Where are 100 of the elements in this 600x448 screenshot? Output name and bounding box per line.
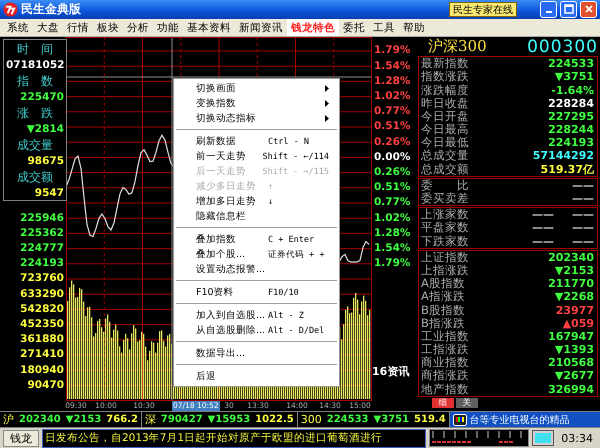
quote-value: —— (532, 221, 554, 234)
tv-icon (452, 414, 467, 426)
context-menu-item[interactable]: 变换指数 (176, 96, 337, 112)
quote-label: 委买卖差 (421, 191, 469, 206)
quote-label: 上证指数 (421, 250, 469, 264)
quote-label: 委 比 (421, 178, 469, 192)
quote-label: 今日开盘 (421, 108, 469, 123)
quote-value: ▼2153 (554, 264, 594, 277)
quote-value: 326994 (548, 382, 594, 396)
quote-value: 227295 (548, 110, 594, 123)
maximize-icon (564, 4, 574, 14)
tv-banner-text: 台等专业电视台的精品 (470, 414, 570, 427)
market-index: 224533 (326, 414, 368, 426)
quote-label: 今日最低 (421, 135, 469, 150)
context-menu-item[interactable]: 叠加指数 C + Enter (176, 232, 337, 248)
percent-axis-label: 1.02% (373, 210, 412, 226)
percent-axis-label: 0.77% (373, 195, 412, 210)
info-value: ▼2814 (26, 122, 64, 138)
percent-axis-label: 1.79% (373, 43, 412, 58)
quote-label: 工指涨跌 (421, 342, 469, 356)
info-value: 98675 (26, 154, 64, 170)
menu-item[interactable]: 大盘 (33, 19, 63, 36)
quote-label: 上指涨跌 (421, 262, 469, 278)
context-menu-item[interactable]: 前一天走势 Shift - ←/114 (176, 149, 337, 164)
context-menu-item[interactable]: 设置动态报警... (176, 262, 337, 278)
context-menu-item[interactable]: 切换画面 (176, 81, 337, 96)
context-menu-item[interactable]: 隐藏信息栏 (176, 209, 337, 224)
menu-item[interactable]: 帮助 (399, 19, 429, 36)
expert-online-button[interactable]: 民生专家在线 (449, 2, 517, 17)
quote-value: 228284 (548, 96, 594, 110)
market-index: 202340 (19, 414, 61, 426)
info-label: 成交额 (16, 169, 54, 186)
panel-tab[interactable]: 关 (456, 398, 478, 408)
volume-axis-label: 633290 (19, 286, 65, 302)
context-menu-item[interactable]: F10资料 F10/10 (176, 285, 337, 300)
menu-item[interactable]: 系统 (3, 19, 33, 36)
quote-value: ▼1393 (554, 343, 594, 356)
volume-axis-label: 271410 (19, 347, 65, 362)
menu-item[interactable]: 钱龙特色 (287, 19, 339, 36)
percent-axis-label: 1.28% (373, 226, 412, 241)
info-label: 指 数 (16, 73, 54, 90)
percent-axis-label: 1.79% (373, 256, 412, 272)
quote-value: 23977 (556, 304, 594, 317)
context-menu-item[interactable]: 后退 (176, 369, 337, 384)
percent-axis-label: 1.02% (373, 89, 412, 104)
quote-value: 224193 (548, 136, 594, 150)
qianlong-button[interactable]: 钱龙 (3, 430, 39, 447)
volume-axis-label: 361880 (19, 332, 65, 348)
info-label: 成交量 (16, 137, 54, 154)
menu-item[interactable]: 基本资料 (183, 19, 235, 36)
price-axis-label: 224777 (19, 241, 65, 256)
context-menu-item[interactable]: 加入到自选股... Alt - Z (176, 308, 337, 324)
quote-value: 210568 (548, 356, 594, 370)
quote-value: 202340 (548, 250, 594, 264)
quote-value: 228244 (548, 123, 594, 136)
info-label: 涨 跌 (16, 105, 54, 122)
market-label: 300 (300, 413, 322, 426)
tv-banner[interactable]: 台等专业电视台的精品 (450, 412, 600, 428)
close-icon (584, 4, 594, 14)
quote-label: 今日最高 (421, 122, 469, 136)
market-amount: 766.2 (106, 414, 138, 426)
index-name: 沪深300 (428, 37, 487, 56)
news-ticker: 日发布公告，自2013年7月1日起开始对原产于欧盟的进口葡萄酒进行 (42, 428, 426, 448)
percent-axis-label: 0.51% (373, 119, 412, 134)
menu-item[interactable]: 工具 (369, 19, 399, 36)
menu-item[interactable]: 行情 (63, 19, 93, 36)
quote-value: —— (572, 178, 594, 192)
menu-item[interactable]: 功能 (153, 19, 183, 36)
market-label: 深 (144, 412, 156, 428)
quote-value: —— (572, 192, 594, 206)
context-menu-item[interactable]: 增加多日走势 ↓ (176, 194, 337, 210)
quote-value: 211770 (548, 277, 594, 290)
clock-time: 03:34 (560, 432, 594, 445)
menu-item[interactable]: 委托 (339, 19, 369, 36)
menu-item[interactable]: 板块 (93, 19, 123, 36)
quote-label: 昨日收盘 (421, 96, 469, 110)
minimize-button[interactable] (540, 0, 557, 18)
percent-axis-label: 0.26% (373, 164, 412, 180)
quote-value: —— (572, 221, 594, 234)
menu-item[interactable]: 新闻资讯 (235, 19, 287, 36)
context-menu-item[interactable]: 数据导出... (176, 346, 337, 362)
volume-axis-label: 542820 (19, 302, 65, 317)
context-menu-item[interactable]: 切换动态指标 (176, 111, 337, 126)
volume-axis-label: 723760 (19, 271, 65, 286)
quote-label: 平盘家数 (421, 220, 469, 235)
close-button[interactable] (580, 0, 597, 18)
monitor-icon[interactable] (532, 430, 554, 446)
info-value: 9547 (34, 186, 64, 202)
volume-axis-label: 180940 (19, 362, 65, 378)
market-change: ▼2153 (66, 414, 102, 426)
context-menu-item[interactable]: 叠加个股... 证券代码 + + (176, 247, 337, 262)
menu-item[interactable]: 分析 (123, 19, 153, 36)
quote-label: 商指涨跌 (421, 368, 469, 384)
market-change: ▼3751 (374, 414, 410, 426)
panel-tab[interactable]: 细 (432, 398, 454, 408)
context-menu-item[interactable]: 刷新数据 Ctrl - N (176, 134, 337, 150)
context-menu-item[interactable]: 从自选股删除... Alt - D/Del (176, 323, 337, 338)
quote-value: -1.64% (551, 84, 594, 97)
quote-label: 工业指数 (421, 328, 469, 344)
maximize-button[interactable] (560, 0, 577, 18)
